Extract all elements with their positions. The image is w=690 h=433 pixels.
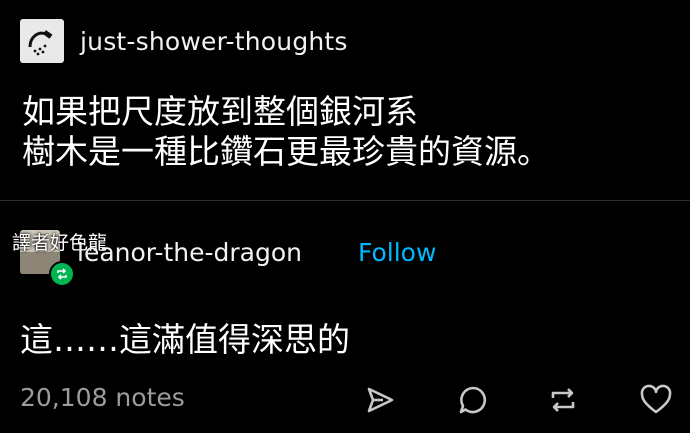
follow-button[interactable]: Follow: [358, 238, 436, 267]
tumblr-post: just-shower-thoughts 如果把尺度放到整個銀河系 樹木是一種比…: [0, 0, 690, 433]
reply-button[interactable]: [453, 380, 493, 420]
blog-name-link[interactable]: just-shower-thoughts: [80, 27, 348, 56]
share-button[interactable]: [360, 380, 400, 420]
shower-head-logo-icon: [28, 30, 53, 56]
reblog-header: 譯者好色龍 leanor-the-dragon Follow: [12, 226, 612, 287]
share-icon: [367, 387, 394, 413]
notes-count[interactable]: 20,108 notes: [20, 383, 185, 412]
blog-avatar[interactable]: [20, 19, 64, 63]
like-button[interactable]: [636, 380, 676, 420]
post-header: just-shower-thoughts: [20, 17, 348, 65]
divider: [0, 200, 690, 201]
post-body: 如果把尺度放到整個銀河系 樹木是一種比鑽石更最珍貴的資源。: [22, 92, 672, 172]
like-icon: [640, 384, 672, 414]
reblogger-name-link[interactable]: leanor-the-dragon: [77, 238, 302, 267]
reblog-badge-icon: [49, 261, 75, 287]
reblog-button[interactable]: [543, 380, 583, 420]
reblog-comment: 這……這滿值得深思的: [20, 320, 350, 359]
reply-icon: [459, 386, 487, 414]
post-footer: 20,108 notes: [0, 372, 690, 426]
reblog-icon: [551, 388, 575, 412]
post-body-line: 樹木是一種比鑽石更最珍貴的資源。: [22, 132, 550, 171]
post-body-line: 如果把尺度放到整個銀河系: [22, 92, 418, 131]
